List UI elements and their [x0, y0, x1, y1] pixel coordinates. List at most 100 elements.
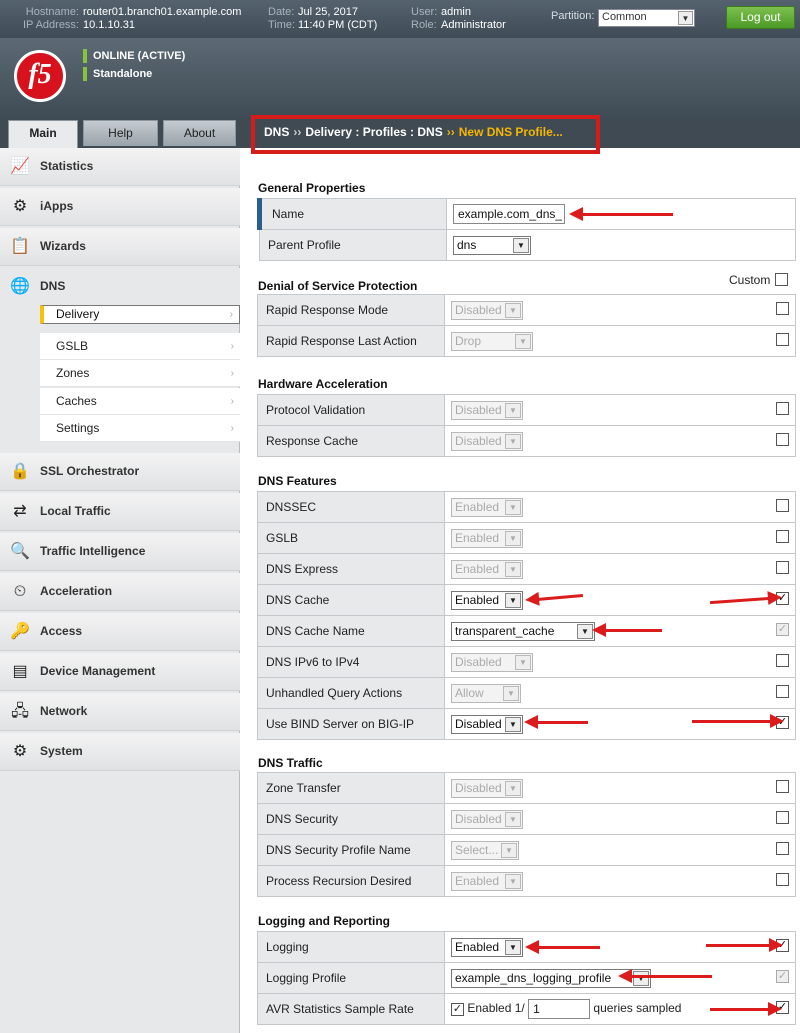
role-label: Role:	[411, 19, 437, 31]
chevron-down-icon: ▼	[505, 530, 521, 546]
sidebar-item-iapps[interactable]: ⚙ iApps	[0, 188, 240, 226]
sidebar-subitem-settings[interactable]: Settings ›	[40, 415, 240, 442]
role-value: Administrator	[441, 19, 506, 31]
unhandled-query-actions-select[interactable]: Allow ▼	[451, 683, 521, 703]
name-input[interactable]: example.com_dns_	[453, 204, 565, 224]
custom-checkbox[interactable]	[776, 530, 789, 543]
sidebar-item-label: System	[40, 744, 83, 758]
custom-checkbox[interactable]	[776, 561, 789, 574]
sidebar-item-wizards[interactable]: 📋 Wizards	[0, 228, 240, 266]
response-cache-select[interactable]: Disabled ▼	[451, 431, 523, 451]
custom-checkbox[interactable]	[776, 842, 789, 855]
custom-checkbox[interactable]	[776, 873, 789, 886]
sidebar-subitem-zones[interactable]: Zones ›	[40, 360, 240, 387]
row-label: DNS Security	[257, 803, 445, 835]
f5-logo: f5	[14, 50, 66, 102]
custom-checkbox[interactable]	[776, 685, 789, 698]
custom-checkbox[interactable]	[776, 433, 789, 446]
subitem-label: Caches	[56, 394, 97, 408]
sidebar-item-ssl-orchestrator[interactable]: 🔒 SSL Orchestrator	[0, 453, 240, 491]
select-value: Disabled	[455, 780, 502, 795]
dnssec-select[interactable]: Enabled ▼	[451, 497, 523, 517]
avr-enabled-text: Enabled 1/	[467, 1001, 525, 1016]
tab-about[interactable]: About	[163, 120, 236, 146]
tab-main[interactable]: Main	[8, 120, 78, 148]
dns-ipv6-to-ipv4-select[interactable]: Disabled ▼	[451, 652, 533, 672]
hostname-label: Hostname:	[25, 6, 79, 18]
section-title-logging: Logging and Reporting	[258, 914, 390, 928]
logging-select[interactable]: Enabled ▼	[451, 937, 523, 957]
general-properties-table: Name example.com_dns_ Parent Profile dns…	[257, 198, 796, 261]
chevron-down-icon: ▼	[577, 623, 593, 639]
annotation-arrow	[710, 1002, 782, 1016]
custom-checkbox[interactable]	[776, 780, 789, 793]
sidebar-subitem-gslb[interactable]: GSLB ›	[40, 333, 240, 360]
sidebar-item-label: Wizards	[40, 239, 86, 253]
custom-checkbox[interactable]	[776, 499, 789, 512]
rapid-response-action-select[interactable]: Drop ▼	[451, 331, 533, 351]
sidebar-item-local-traffic[interactable]: ⇄ Local Traffic	[0, 493, 240, 531]
chart-icon: 📈	[10, 158, 30, 175]
annotation-arrow	[706, 938, 783, 952]
dns-features-table: DNSSEC Enabled ▼ GSLB Enabled ▼ DNS Expres…	[257, 491, 796, 740]
sidebar-item-access[interactable]: 🔑 Access	[0, 613, 240, 651]
sidebar-item-acceleration[interactable]: ⏲ Acceleration	[0, 573, 240, 611]
logout-button[interactable]: Log out	[726, 6, 795, 29]
dns-security-profile-select[interactable]: Select... ▼	[451, 840, 519, 860]
custom-checkbox[interactable]	[776, 654, 789, 667]
sidebar-item-label: Network	[40, 704, 88, 718]
rapid-response-mode-select[interactable]: Disabled ▼	[451, 300, 523, 320]
sidebar-item-network[interactable]: 🖧 Network	[0, 693, 240, 731]
avr-sample-rate-input[interactable]: 1	[528, 999, 591, 1019]
avr-enabled-checkbox[interactable]: ✓	[451, 1002, 464, 1016]
chevron-right-icon: ›	[230, 341, 234, 352]
sidebar-item-label: Traffic Intelligence	[40, 544, 146, 558]
sidebar-item-dns[interactable]: 🌐 DNS	[0, 268, 240, 306]
sidebar: 📈 Statistics ⚙ iApps 📋 Wizards 🌐 DNS Deliver…	[0, 148, 240, 1033]
select-value: Enabled	[455, 873, 500, 888]
chevron-down-icon: ▼	[505, 592, 521, 608]
sidebar-item-label: Device Management	[40, 664, 156, 678]
row-label: DNSSEC	[257, 491, 445, 523]
process-recursion-select[interactable]: Enabled ▼	[451, 871, 523, 891]
sidebar-item-label: iApps	[40, 199, 74, 213]
sidebar-item-label: Access	[40, 624, 83, 638]
partition-select[interactable]: Common ▼	[598, 9, 695, 27]
select-value: Enabled	[455, 939, 500, 954]
sidebar-subitem-caches[interactable]: Caches ›	[40, 388, 240, 415]
dns-security-select[interactable]: Disabled ▼	[451, 809, 523, 829]
sidebar-item-system[interactable]: ⚙ System	[0, 733, 240, 771]
parent-profile-select[interactable]: dns ▼	[453, 235, 531, 255]
gslb-select[interactable]: Enabled ▼	[451, 528, 523, 548]
sidebar-subitem-delivery[interactable]: Delivery ›	[40, 305, 240, 324]
custom-checkbox[interactable]	[776, 333, 789, 346]
bind-server-select[interactable]: Disabled ▼	[451, 714, 523, 734]
globe-icon: 🌐	[10, 278, 30, 295]
sidebar-item-statistics[interactable]: 📈 Statistics	[0, 148, 240, 186]
chevron-down-icon: ▼	[505, 873, 521, 889]
annotation-arrow	[525, 940, 600, 954]
chevron-down-icon: ▼	[505, 402, 521, 418]
user-info: User: admin Role: Administrator	[411, 6, 506, 32]
time-value: 11:40 PM (CDT)	[298, 19, 378, 31]
dns-express-select[interactable]: Enabled ▼	[451, 559, 523, 579]
dns-cache-name-select[interactable]: transparent_cache ▼	[451, 621, 595, 641]
select-value: example_dns_logging_profile	[455, 970, 612, 985]
custom-checkbox[interactable]	[776, 302, 789, 315]
custom-checkbox[interactable]	[776, 402, 789, 415]
custom-checkbox: ✓	[776, 623, 789, 636]
chevron-right-icon: ›	[230, 396, 234, 407]
protocol-validation-select[interactable]: Disabled ▼	[451, 400, 523, 420]
chevron-right-icon: ›	[230, 368, 234, 379]
zone-transfer-select[interactable]: Disabled ▼	[451, 778, 523, 798]
tab-help[interactable]: Help	[83, 120, 158, 146]
annotation-arrow	[618, 969, 712, 983]
status-online: ONLINE (ACTIVE)	[83, 49, 185, 63]
dns-cache-select[interactable]: Enabled ▼	[451, 590, 523, 610]
custom-checkbox: ✓	[776, 970, 789, 983]
custom-checkbox[interactable]	[775, 273, 788, 286]
ip-label: IP Address:	[22, 19, 79, 31]
custom-checkbox[interactable]	[776, 811, 789, 824]
sidebar-item-traffic-intelligence[interactable]: 🔍 Traffic Intelligence	[0, 533, 240, 571]
sidebar-item-device-management[interactable]: ▤ Device Management	[0, 653, 240, 691]
